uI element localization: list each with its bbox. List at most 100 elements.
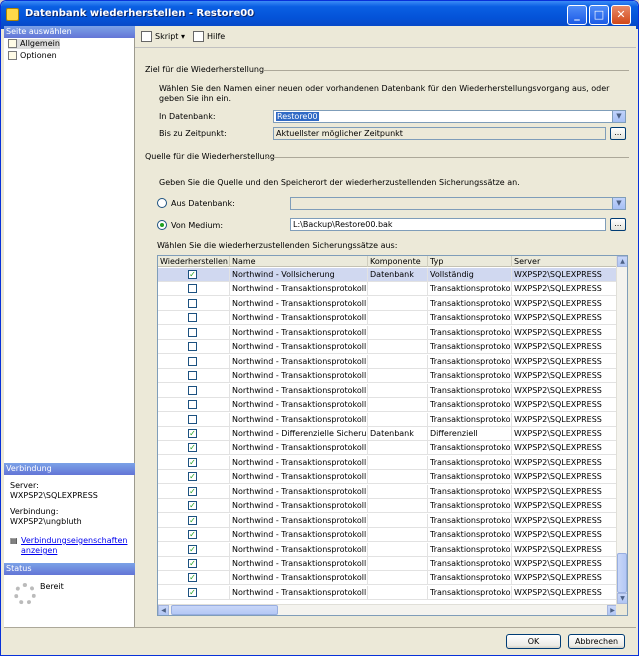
table-row[interactable]: Northwind - Transaktionsprotokoll Transak… bbox=[158, 340, 618, 355]
type-cell: Transaktionsprotokoll bbox=[428, 282, 512, 297]
table-row[interactable]: ✓ Northwind - Transaktionsprotokoll Transa… bbox=[158, 513, 618, 528]
title-bar[interactable]: Datenbank wiederherstellen - Restore00 _… bbox=[1, 1, 638, 29]
table-row[interactable]: ✓ Northwind - Transaktionsprotokoll Transa… bbox=[158, 528, 618, 543]
table-row[interactable]: Northwind - Transaktionsprotokoll Transak… bbox=[158, 296, 618, 311]
type-cell: Transaktionsprotokoll bbox=[428, 470, 512, 485]
table-row[interactable]: Northwind - Transaktionsprotokoll Transak… bbox=[158, 369, 618, 384]
source-group-label: Quelle für die Wiederherstellung bbox=[145, 152, 275, 161]
restore-checkbox[interactable]: ✓ bbox=[188, 544, 197, 554]
restore-checkbox[interactable] bbox=[188, 356, 197, 366]
grid-header: Wiederherstellen Name Komponente Typ Ser… bbox=[158, 256, 618, 267]
chevron-down-icon[interactable]: ▼ bbox=[612, 111, 625, 122]
name-cell: Northwind - Transaktionsprotokoll bbox=[230, 398, 368, 413]
table-row[interactable]: ✓ Northwind - Transaktionsprotokoll Transa… bbox=[158, 571, 618, 586]
page-general[interactable]: Allgemein bbox=[8, 39, 60, 49]
table-row[interactable]: ✓ Northwind - Transaktionsprotokoll Transa… bbox=[158, 470, 618, 485]
component-cell bbox=[368, 513, 428, 528]
server-cell: WXPSP2\SQLEXPRESS bbox=[512, 412, 618, 427]
server-cell: WXPSP2\SQLEXPRESS bbox=[512, 528, 618, 543]
table-row[interactable]: Northwind - Transaktionsprotokoll Transak… bbox=[158, 412, 618, 427]
minimize-button[interactable]: _ bbox=[567, 5, 587, 25]
restore-checkbox[interactable]: ✓ bbox=[188, 573, 197, 583]
table-row[interactable]: ✓ Northwind - Differenzielle Sicherung Dat… bbox=[158, 426, 618, 441]
restore-checkbox[interactable]: ✓ bbox=[188, 443, 197, 453]
scroll-thumb[interactable] bbox=[617, 553, 627, 593]
from-database-combo[interactable]: ▼ bbox=[290, 197, 626, 210]
maximize-button[interactable]: □ bbox=[589, 5, 609, 25]
component-cell bbox=[368, 557, 428, 571]
restore-checkbox[interactable] bbox=[188, 414, 197, 424]
restore-checkbox[interactable]: ✓ bbox=[188, 457, 197, 467]
scroll-down-icon[interactable]: ▼ bbox=[617, 593, 627, 604]
restore-checkbox[interactable]: ✓ bbox=[188, 486, 197, 496]
restore-checkbox[interactable] bbox=[188, 313, 197, 323]
name-cell: Northwind - Vollsicherung bbox=[230, 268, 368, 282]
horizontal-scrollbar[interactable]: ◀ ▶ bbox=[158, 604, 618, 615]
column-header-name[interactable]: Name bbox=[230, 256, 368, 267]
restore-checkbox[interactable]: ✓ bbox=[188, 472, 197, 482]
page-options[interactable]: Optionen bbox=[8, 51, 57, 61]
restore-checkbox[interactable]: ✓ bbox=[188, 270, 197, 279]
column-header-restore[interactable]: Wiederherstellen bbox=[158, 256, 230, 267]
restore-checkbox[interactable]: ✓ bbox=[188, 530, 197, 540]
restore-checkbox[interactable] bbox=[188, 284, 197, 294]
restore-cell bbox=[158, 398, 230, 413]
ok-button[interactable]: OK bbox=[506, 634, 561, 649]
help-button[interactable]: Hilfe bbox=[193, 31, 225, 43]
restore-checkbox[interactable] bbox=[188, 385, 197, 395]
column-header-type[interactable]: Typ bbox=[428, 256, 512, 267]
from-database-radio[interactable] bbox=[157, 198, 167, 208]
name-cell: Northwind - Transaktionsprotokoll bbox=[230, 455, 368, 470]
table-row[interactable]: ✓ Northwind - Transaktionsprotokoll Transa… bbox=[158, 585, 618, 600]
restore-checkbox[interactable] bbox=[188, 400, 197, 410]
server-value: WXPSP2\SQLEXPRESS bbox=[10, 491, 98, 500]
server-cell: WXPSP2\SQLEXPRESS bbox=[512, 513, 618, 528]
column-header-component[interactable]: Komponente bbox=[368, 256, 428, 267]
table-row[interactable]: ✓ Northwind - Transaktionsprotokoll Transa… bbox=[158, 441, 618, 456]
restore-checkbox[interactable]: ✓ bbox=[188, 515, 197, 525]
table-row[interactable]: ✓ Northwind - Transaktionsprotokoll Transa… bbox=[158, 499, 618, 514]
table-row[interactable]: Northwind - Transaktionsprotokoll Transak… bbox=[158, 383, 618, 398]
restore-checkbox[interactable]: ✓ bbox=[188, 587, 197, 597]
restore-checkbox[interactable] bbox=[188, 371, 197, 381]
server-cell: WXPSP2\SQLEXPRESS bbox=[512, 296, 618, 311]
restore-checkbox[interactable]: ✓ bbox=[188, 501, 197, 511]
scroll-thumb[interactable] bbox=[171, 605, 278, 615]
table-row[interactable]: Northwind - Transaktionsprotokoll Transak… bbox=[158, 354, 618, 369]
table-row[interactable]: Northwind - Transaktionsprotokoll Transak… bbox=[158, 398, 618, 413]
restore-checkbox[interactable] bbox=[188, 342, 197, 352]
table-row[interactable]: Northwind - Transaktionsprotokoll Transak… bbox=[158, 325, 618, 340]
restore-checkbox[interactable]: ✓ bbox=[188, 428, 197, 438]
toolbar: Skript ▾ Hilfe bbox=[135, 26, 636, 48]
backup-sets-grid[interactable]: Wiederherstellen Name Komponente Typ Ser… bbox=[157, 255, 628, 616]
to-database-combo[interactable]: Restore00 ▼ bbox=[273, 110, 626, 123]
from-device-radio[interactable] bbox=[157, 220, 167, 230]
script-button[interactable]: Skript ▾ bbox=[141, 31, 185, 43]
restore-cell bbox=[158, 340, 230, 355]
point-in-time-browse-button[interactable]: ... bbox=[610, 127, 626, 140]
from-device-field[interactable]: L:\Backup\Restore00.bak bbox=[290, 218, 606, 231]
column-header-server[interactable]: Server bbox=[512, 256, 618, 267]
table-row[interactable]: ✓ Northwind - Transaktionsprotokoll Transa… bbox=[158, 557, 618, 571]
close-button[interactable]: ✕ bbox=[611, 5, 631, 25]
restore-checkbox[interactable] bbox=[188, 327, 197, 337]
vertical-scrollbar[interactable]: ▲ ▼ bbox=[616, 256, 627, 604]
restore-checkbox[interactable] bbox=[188, 298, 197, 308]
table-row[interactable]: ✓ Northwind - Vollsicherung Datenbank Volls… bbox=[158, 268, 618, 282]
target-group-label: Ziel für die Wiederherstellung bbox=[145, 65, 265, 74]
view-connection-properties-link[interactable]: Verbindungseigenschaften anzeigen bbox=[21, 536, 127, 556]
restore-checkbox[interactable]: ✓ bbox=[188, 559, 197, 568]
scroll-left-icon[interactable]: ◀ bbox=[158, 605, 169, 615]
restore-cell: ✓ bbox=[158, 455, 230, 470]
cancel-button[interactable]: Abbrechen bbox=[568, 634, 625, 649]
scroll-up-icon[interactable]: ▲ bbox=[617, 256, 627, 267]
table-row[interactable]: Northwind - Transaktionsprotokoll Transak… bbox=[158, 282, 618, 297]
point-in-time-field[interactable]: Aktuellster möglicher Zeitpunkt bbox=[273, 127, 606, 140]
from-device-browse-button[interactable]: ... bbox=[610, 218, 626, 231]
table-row[interactable]: Northwind - Transaktionsprotokoll Transak… bbox=[158, 311, 618, 326]
table-row[interactable]: ✓ Northwind - Transaktionsprotokoll Transa… bbox=[158, 542, 618, 557]
table-row[interactable]: ✓ Northwind - Transaktionsprotokoll Transa… bbox=[158, 455, 618, 470]
chevron-down-icon[interactable]: ▼ bbox=[612, 198, 625, 209]
table-row[interactable]: ✓ Northwind - Transaktionsprotokoll Transa… bbox=[158, 484, 618, 499]
component-cell bbox=[368, 282, 428, 297]
